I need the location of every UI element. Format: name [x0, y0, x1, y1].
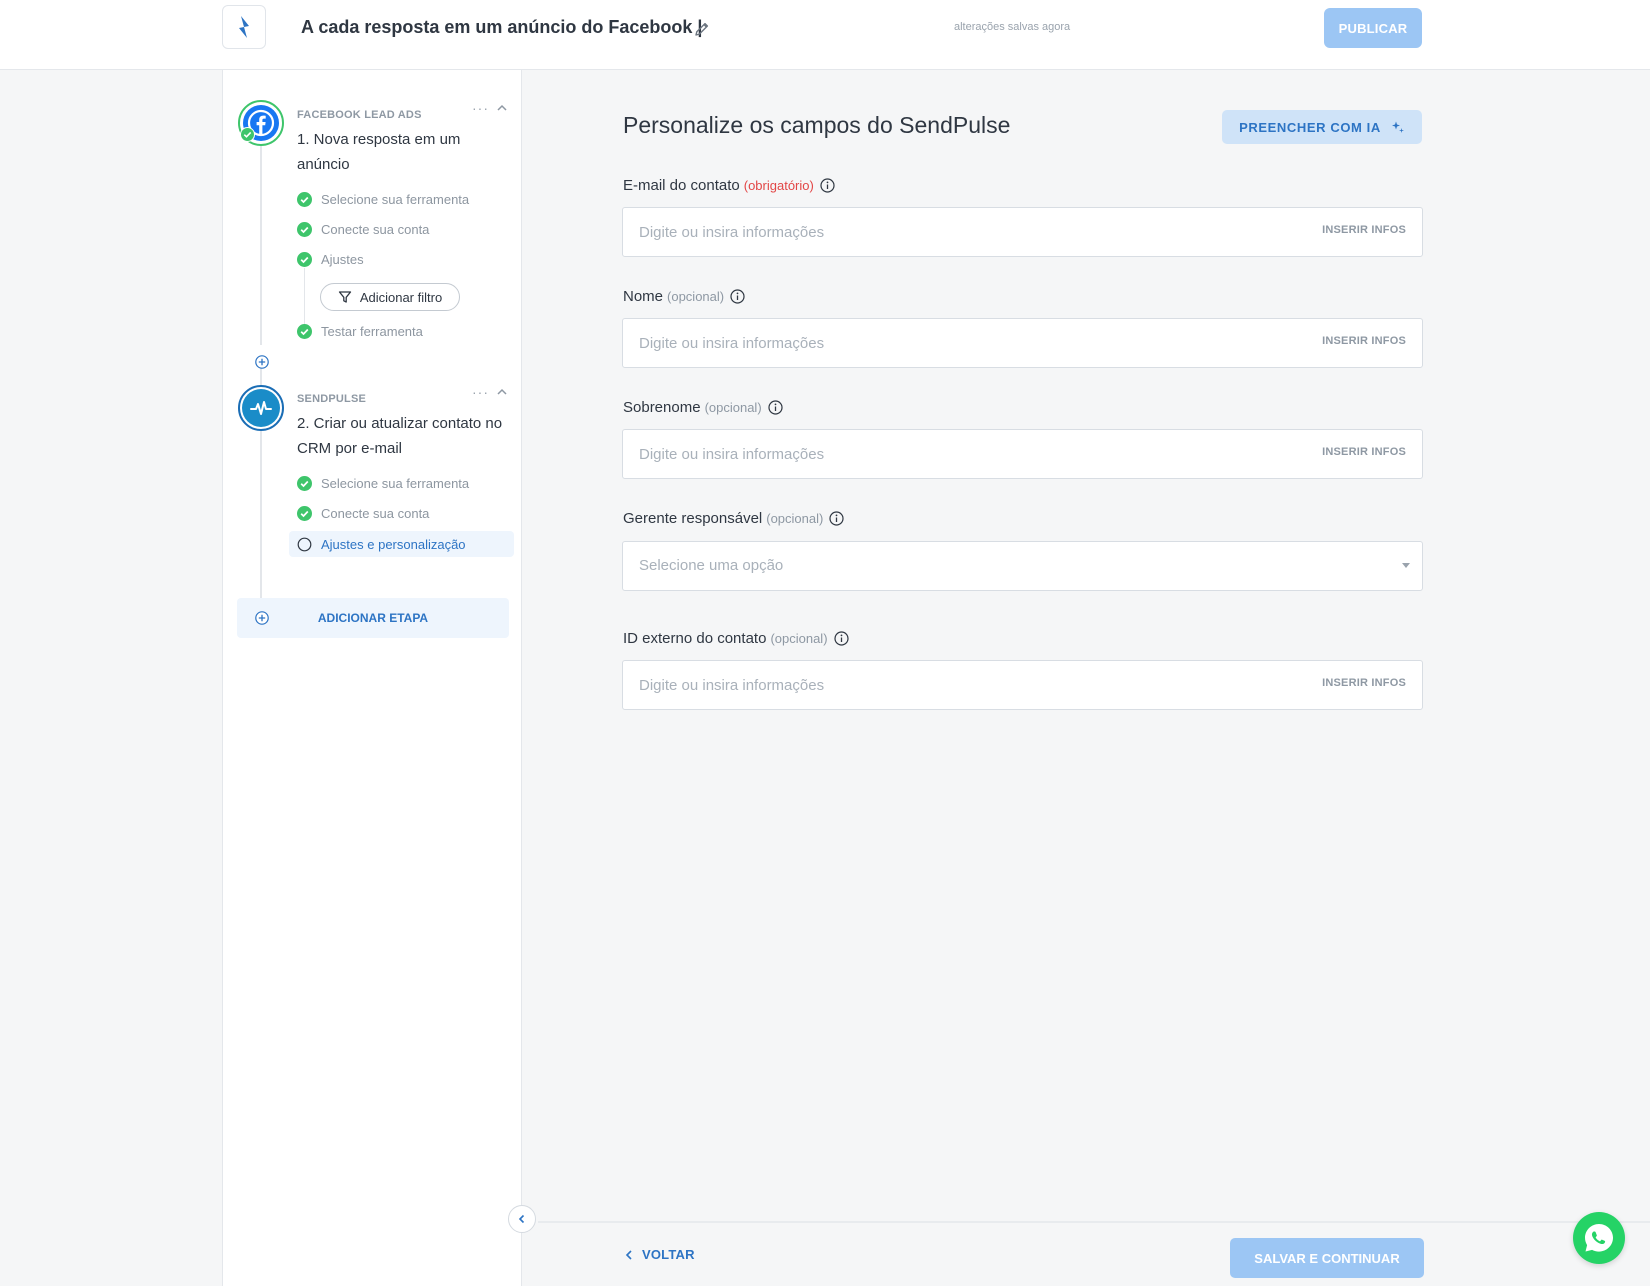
manager-field-label: Gerente responsável (opcional) — [623, 510, 844, 527]
add-step-button[interactable]: ADICIONAR ETAPA — [237, 598, 509, 638]
insert-info-button[interactable]: INSERIR INFOS — [1322, 224, 1406, 236]
substep-label: Ajustes — [321, 252, 364, 267]
substep-label: Conecte sua conta — [321, 506, 430, 521]
step-1-title[interactable]: 1. Nova resposta em um anúncio — [297, 127, 507, 177]
sendpulse-icon — [242, 389, 280, 427]
info-icon[interactable] — [820, 178, 835, 193]
timeline-line — [260, 145, 262, 345]
check-icon — [297, 324, 312, 339]
insert-info-button[interactable]: INSERIR INFOS — [1322, 677, 1406, 689]
surname-field-label: Sobrenome (opcional) — [623, 399, 783, 416]
step-2-app-name: SENDPULSE — [297, 393, 367, 405]
back-label: VOLTAR — [642, 1247, 695, 1262]
check-icon — [240, 127, 255, 142]
substep-settings-customization[interactable]: Ajustes e personalização — [289, 531, 514, 557]
plus-icon[interactable] — [255, 355, 269, 369]
add-filter-label: Adicionar filtro — [359, 289, 443, 305]
field-label-text: E-mail do contato — [623, 177, 740, 194]
email-field: INSERIR INFOS — [622, 207, 1423, 257]
footer-divider — [538, 1221, 1650, 1223]
external-id-input[interactable] — [623, 661, 1263, 709]
external-id-field-label: ID externo do contato (opcional) — [623, 630, 849, 647]
step-2-more-icon[interactable]: ··· — [472, 384, 489, 400]
email-input[interactable] — [623, 208, 1263, 256]
field-label-text: Gerente responsável — [623, 510, 763, 527]
name-field: INSERIR INFOS — [622, 318, 1423, 368]
save-status: alterações salvas agora — [954, 21, 1071, 33]
step-1-icon[interactable] — [238, 100, 284, 146]
step-2-icon[interactable] — [238, 385, 284, 431]
pending-circle-icon — [297, 537, 312, 551]
check-icon — [297, 192, 312, 207]
field-label-text: Nome — [623, 288, 664, 305]
chevron-up-icon[interactable] — [496, 386, 508, 398]
sparkle-icon — [1391, 121, 1404, 133]
flow-title[interactable]: A cada resposta em um anúncio do Faceboo… — [301, 17, 702, 38]
substep-label: Ajustes e personalização — [321, 536, 466, 552]
publish-button[interactable]: PUBLICAR — [1324, 8, 1422, 48]
add-filter-button[interactable]: Adicionar filtro — [320, 283, 460, 311]
logo-icon[interactable] — [222, 5, 266, 49]
substep-label: Conecte sua conta — [321, 222, 430, 237]
chevron-up-icon[interactable] — [496, 102, 508, 114]
save-and-continue-button[interactable]: SALVAR E CONTINUAR — [1230, 1238, 1424, 1278]
chevron-left-icon — [625, 1249, 632, 1260]
substep-select-tool[interactable]: Selecione sua ferramenta — [297, 476, 469, 491]
chevron-down-icon — [1402, 563, 1410, 568]
step-1-app-name: FACEBOOK LEAD ADS — [297, 109, 422, 121]
fill-with-ai-button[interactable]: PREENCHER COM IA — [1222, 110, 1422, 144]
info-icon[interactable] — [833, 631, 849, 646]
surname-field: INSERIR INFOS — [622, 429, 1423, 479]
plus-icon[interactable] — [255, 611, 269, 625]
required-tag: (obrigatório) — [743, 178, 814, 193]
substep-select-tool[interactable]: Selecione sua ferramenta — [297, 192, 469, 207]
email-field-label: E-mail do contato (obrigatório) — [623, 177, 835, 194]
chevron-left-icon — [518, 1214, 525, 1224]
insert-info-button[interactable]: INSERIR INFOS — [1322, 335, 1406, 347]
field-label-text: Sobrenome — [623, 399, 701, 416]
step-2-title[interactable]: 2. Criar ou atualizar contato no CRM por… — [297, 411, 507, 461]
check-icon — [297, 476, 312, 491]
optional-tag: (opcional) — [770, 631, 828, 646]
optional-tag: (opcional) — [667, 289, 725, 304]
insert-info-button[interactable]: INSERIR INFOS — [1322, 446, 1406, 458]
edit-icon[interactable] — [693, 20, 711, 38]
info-icon[interactable] — [730, 289, 745, 304]
steps-sidebar — [222, 70, 522, 1286]
step-1-more-icon[interactable]: ··· — [472, 100, 489, 116]
substep-connect-account[interactable]: Conecte sua conta — [297, 506, 429, 521]
info-icon[interactable] — [768, 400, 783, 415]
select-placeholder: Selecione uma opção — [639, 557, 784, 574]
info-icon[interactable] — [829, 511, 844, 526]
substep-test-tool[interactable]: Testar ferramenta — [297, 324, 423, 339]
check-icon — [297, 222, 312, 237]
whatsapp-icon[interactable] — [1573, 1212, 1625, 1264]
fill-with-ai-label: PREENCHER COM IA — [1239, 119, 1381, 135]
check-icon — [297, 506, 312, 521]
substep-label: Testar ferramenta — [321, 324, 423, 339]
substep-label: Selecione sua ferramenta — [321, 476, 470, 491]
filter-icon — [338, 291, 351, 303]
field-label-text: ID externo do contato — [623, 630, 767, 647]
name-input[interactable] — [623, 319, 1263, 367]
collapse-sidebar-button[interactable] — [508, 1205, 536, 1233]
manager-select[interactable]: Selecione uma opção — [622, 541, 1423, 591]
page-title: Personalize os campos do SendPulse — [623, 112, 1011, 138]
substep-connector — [304, 268, 305, 332]
external-id-field: INSERIR INFOS — [622, 660, 1423, 710]
optional-tag: (opcional) — [704, 400, 762, 415]
substep-connect-account[interactable]: Conecte sua conta — [297, 222, 429, 237]
substep-label: Selecione sua ferramenta — [321, 192, 470, 207]
name-field-label: Nome (opcional) — [623, 288, 745, 305]
optional-tag: (opcional) — [766, 511, 824, 526]
back-button[interactable]: VOLTAR — [624, 1247, 695, 1262]
add-step-label: ADICIONAR ETAPA — [317, 611, 429, 625]
surname-input[interactable] — [623, 430, 1263, 478]
top-bar: A cada resposta em um anúncio do Faceboo… — [0, 0, 1650, 70]
check-icon — [297, 252, 312, 267]
substep-settings[interactable]: Ajustes — [297, 252, 364, 267]
